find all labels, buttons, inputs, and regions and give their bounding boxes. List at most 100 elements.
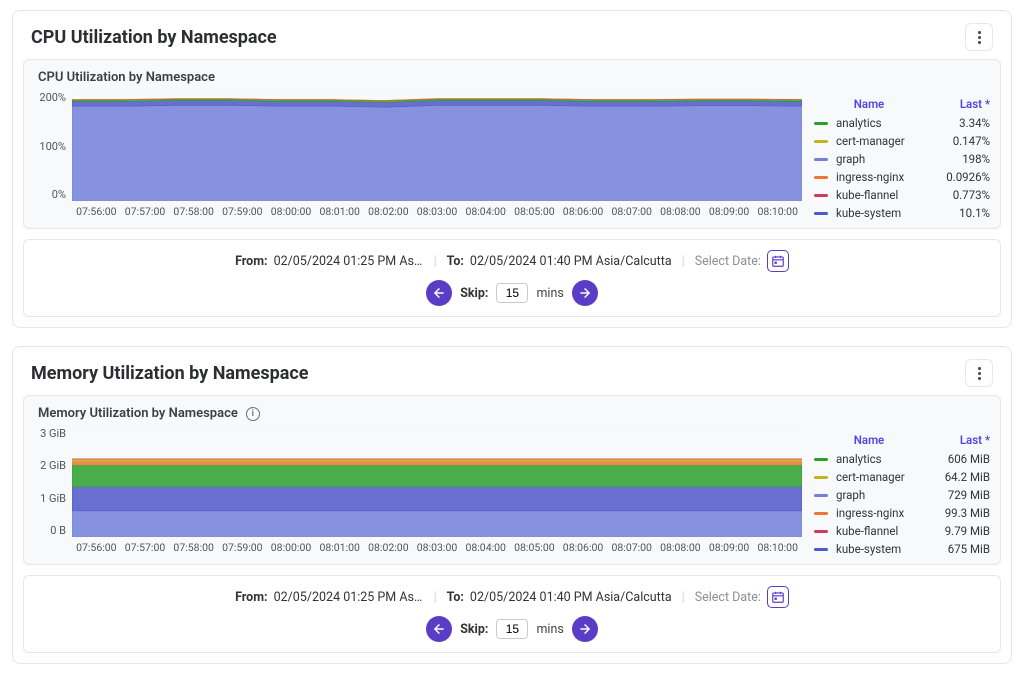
to-value: 02/05/2024 01:40 PM Asia/Calcutta xyxy=(470,254,672,269)
legend-row[interactable]: ingress-nginx99.3 MiB xyxy=(814,504,990,522)
legend-value: 729 MiB xyxy=(924,488,990,502)
skip-input[interactable] xyxy=(496,619,528,639)
memory-ytick: 1 GiB xyxy=(40,492,66,505)
memory-chart-title-row: Memory Utilization by Namespace i xyxy=(24,396,1000,427)
memory-ytick: 2 GiB xyxy=(40,459,66,472)
x-tick: 08:00:00 xyxy=(267,205,316,218)
to-label: To: xyxy=(447,254,464,269)
legend-value: 10.1% xyxy=(924,206,990,220)
legend-row[interactable]: kube-flannel0.773% xyxy=(814,186,990,204)
calendar-icon xyxy=(771,590,785,604)
memory-plot[interactable]: 3 GiB 2 GiB 1 GiB 0 B 07:56:0007:57:0007… xyxy=(24,427,810,564)
arrow-right-icon xyxy=(578,622,592,636)
cpu-panel-header: CPU Utilization by Namespace xyxy=(13,11,1011,59)
from-value: 02/05/2024 01:25 PM Asia/Calc… xyxy=(274,590,424,605)
skip-back-button[interactable] xyxy=(426,280,452,306)
legend-swatch xyxy=(814,476,828,479)
memory-x-axis: 07:56:0007:57:0007:58:0007:59:0008:00:00… xyxy=(72,537,802,554)
x-tick: 07:59:00 xyxy=(218,541,267,554)
cpu-y-axis: 200% 100% 0% xyxy=(32,91,72,201)
memory-chart-card: Memory Utilization by Namespace i 3 GiB … xyxy=(23,395,1001,565)
x-tick: 07:58:00 xyxy=(169,205,218,218)
cpu-legend: Name Last * analytics3.34%cert-manager0.… xyxy=(810,91,1000,228)
legend-value: 198% xyxy=(924,152,990,166)
x-tick: 07:59:00 xyxy=(218,205,267,218)
x-tick: 08:05:00 xyxy=(510,541,559,554)
skip-back-button[interactable] xyxy=(426,616,452,642)
x-tick: 07:56:00 xyxy=(72,205,121,218)
cpu-plot[interactable]: 200% 100% 0% 07:56:0007:57:0007:58:0007:… xyxy=(24,91,810,228)
legend-swatch xyxy=(814,122,828,125)
cpu-panel-menu-button[interactable] xyxy=(965,23,993,51)
more-vertical-icon xyxy=(978,366,981,381)
legend-name: graph xyxy=(836,152,924,166)
legend-name: ingress-nginx xyxy=(836,170,924,184)
to-value: 02/05/2024 01:40 PM Asia/Calcutta xyxy=(470,590,672,605)
legend-header-name: Name xyxy=(814,97,924,111)
legend-row[interactable]: analytics606 MiB xyxy=(814,450,990,468)
legend-value: 3.34% xyxy=(924,116,990,130)
skip-forward-button[interactable] xyxy=(572,616,598,642)
x-tick: 08:00:00 xyxy=(267,541,316,554)
x-tick: 08:04:00 xyxy=(461,205,510,218)
legend-header-name: Name xyxy=(814,433,924,447)
x-tick: 08:06:00 xyxy=(559,205,608,218)
x-tick: 08:10:00 xyxy=(753,541,802,554)
skip-label: Skip: xyxy=(460,286,488,301)
select-date-label: Select Date: xyxy=(695,254,761,269)
legend-row[interactable]: ingress-nginx0.0926% xyxy=(814,168,990,186)
calendar-icon xyxy=(771,254,785,268)
legend-swatch xyxy=(814,548,828,551)
legend-swatch xyxy=(814,458,828,461)
legend-row[interactable]: graph729 MiB xyxy=(814,486,990,504)
legend-value: 0.147% xyxy=(924,134,990,148)
skip-input[interactable] xyxy=(496,283,528,303)
legend-row[interactable]: graph198% xyxy=(814,150,990,168)
x-tick: 08:04:00 xyxy=(461,541,510,554)
to-label: To: xyxy=(447,590,464,605)
arrow-right-icon xyxy=(578,286,592,300)
calendar-button[interactable] xyxy=(767,250,789,272)
legend-row[interactable]: kube-system10.1% xyxy=(814,204,990,222)
legend-name: cert-manager xyxy=(836,470,924,484)
x-tick: 08:01:00 xyxy=(315,205,364,218)
arrow-left-icon xyxy=(432,286,446,300)
cpu-panel-title: CPU Utilization by Namespace xyxy=(31,27,277,48)
legend-row[interactable]: kube-flannel9.79 MiB xyxy=(814,522,990,540)
select-date-label: Select Date: xyxy=(695,590,761,605)
legend-value: 99.3 MiB xyxy=(924,506,990,520)
x-tick: 08:06:00 xyxy=(559,541,608,554)
calendar-button[interactable] xyxy=(767,586,789,608)
legend-row[interactable]: analytics3.34% xyxy=(814,114,990,132)
cpu-x-axis: 07:56:0007:57:0007:58:0007:59:0008:00:00… xyxy=(72,201,802,218)
legend-swatch xyxy=(814,512,828,515)
legend-name: kube-flannel xyxy=(836,188,924,202)
mins-label: mins xyxy=(536,622,563,637)
memory-y-axis: 3 GiB 2 GiB 1 GiB 0 B xyxy=(32,427,72,537)
x-tick: 08:08:00 xyxy=(656,205,705,218)
cpu-chart-card: CPU Utilization by Namespace 200% 100% 0… xyxy=(23,59,1001,229)
x-tick: 07:56:00 xyxy=(72,541,121,554)
arrow-left-icon xyxy=(432,622,446,636)
legend-header-last: Last * xyxy=(924,97,990,111)
legend-name: ingress-nginx xyxy=(836,506,924,520)
legend-swatch xyxy=(814,176,828,179)
x-tick: 08:02:00 xyxy=(364,205,413,218)
info-icon[interactable]: i xyxy=(246,407,260,421)
cpu-ytick: 100% xyxy=(39,140,66,153)
legend-name: cert-manager xyxy=(836,134,924,148)
legend-row[interactable]: cert-manager64.2 MiB xyxy=(814,468,990,486)
legend-value: 9.79 MiB xyxy=(924,524,990,538)
legend-row[interactable]: kube-system675 MiB xyxy=(814,540,990,558)
cpu-ytick: 200% xyxy=(39,91,66,104)
from-label: From: xyxy=(235,590,268,605)
legend-row[interactable]: cert-manager0.147% xyxy=(814,132,990,150)
legend-name: graph xyxy=(836,488,924,502)
x-tick: 08:07:00 xyxy=(607,205,656,218)
skip-forward-button[interactable] xyxy=(572,280,598,306)
x-tick: 08:09:00 xyxy=(705,205,754,218)
memory-panel-menu-button[interactable] xyxy=(965,359,993,387)
x-tick: 08:10:00 xyxy=(753,205,802,218)
legend-value: 64.2 MiB xyxy=(924,470,990,484)
cpu-ytick: 0% xyxy=(52,188,66,201)
